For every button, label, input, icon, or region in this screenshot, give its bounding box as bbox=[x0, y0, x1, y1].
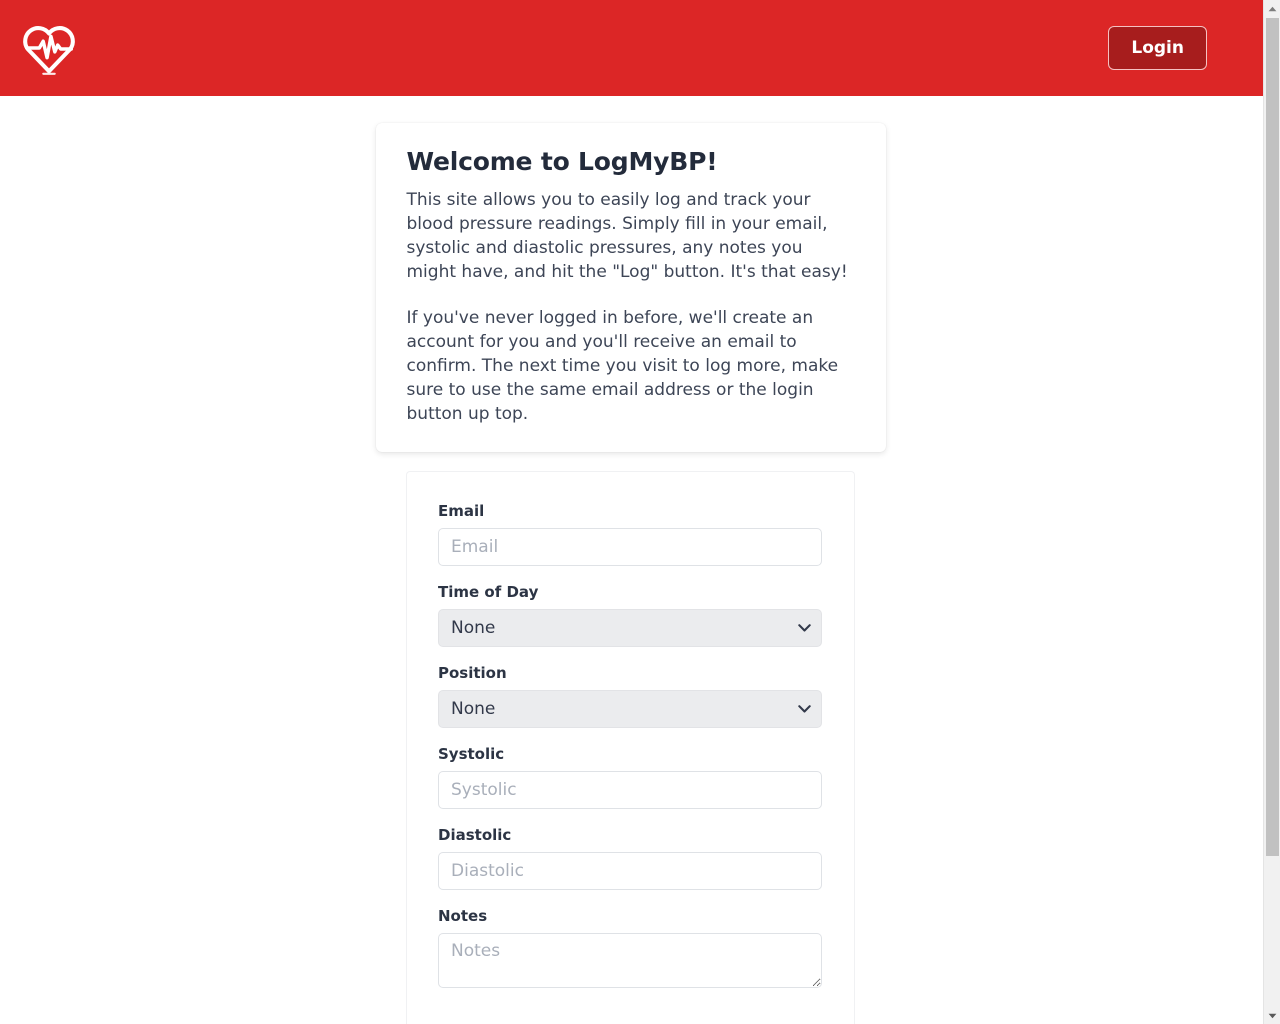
top-navbar: Login bbox=[0, 0, 1263, 96]
systolic-input[interactable] bbox=[438, 771, 822, 809]
welcome-paragraph-2: If you've never logged in before, we'll … bbox=[406, 308, 839, 424]
diastolic-label: Diastolic bbox=[438, 826, 512, 844]
field-time-of-day: Time of Day None bbox=[438, 583, 823, 647]
main-content: Welcome to LogMyBP! This site allows you… bbox=[0, 96, 1263, 1024]
diastolic-input[interactable] bbox=[438, 852, 822, 890]
field-email: Email bbox=[438, 502, 823, 566]
field-systolic: Systolic bbox=[438, 745, 823, 809]
email-input[interactable] bbox=[438, 528, 822, 566]
time-of-day-select-wrap: None bbox=[438, 609, 822, 647]
position-select[interactable]: None bbox=[438, 690, 822, 728]
notes-label: Notes bbox=[438, 907, 488, 925]
login-button[interactable]: Login bbox=[1108, 25, 1207, 71]
page-root: Login Welcome to LogMyBP! This site allo… bbox=[0, 0, 1263, 1024]
welcome-paragraph-1: This site allows you to easily log and t… bbox=[406, 190, 848, 282]
vertical-scrollbar[interactable] bbox=[1263, 0, 1280, 1024]
page-title: Welcome to LogMyBP! bbox=[406, 147, 718, 176]
systolic-label: Systolic bbox=[438, 745, 505, 763]
field-diastolic: Diastolic bbox=[438, 826, 823, 890]
welcome-card: Welcome to LogMyBP! This site allows you… bbox=[375, 123, 886, 452]
scroll-down-arrow-icon[interactable] bbox=[1264, 1007, 1280, 1024]
time-of-day-label: Time of Day bbox=[438, 583, 539, 601]
notes-textarea[interactable] bbox=[438, 933, 822, 988]
brand-logo-link[interactable] bbox=[18, 16, 80, 80]
scrollbar-thumb[interactable] bbox=[1266, 18, 1279, 856]
scroll-up-arrow-icon[interactable] bbox=[1264, 0, 1280, 17]
time-of-day-select[interactable]: None bbox=[438, 609, 822, 647]
field-notes: Notes bbox=[438, 907, 823, 988]
field-position: Position None bbox=[438, 664, 823, 728]
heart-pulse-icon bbox=[18, 17, 80, 79]
bp-log-form-card: Email Time of Day None Positio bbox=[406, 471, 855, 1024]
position-select-wrap: None bbox=[438, 690, 822, 728]
position-label: Position bbox=[438, 664, 507, 682]
email-label: Email bbox=[438, 502, 485, 520]
